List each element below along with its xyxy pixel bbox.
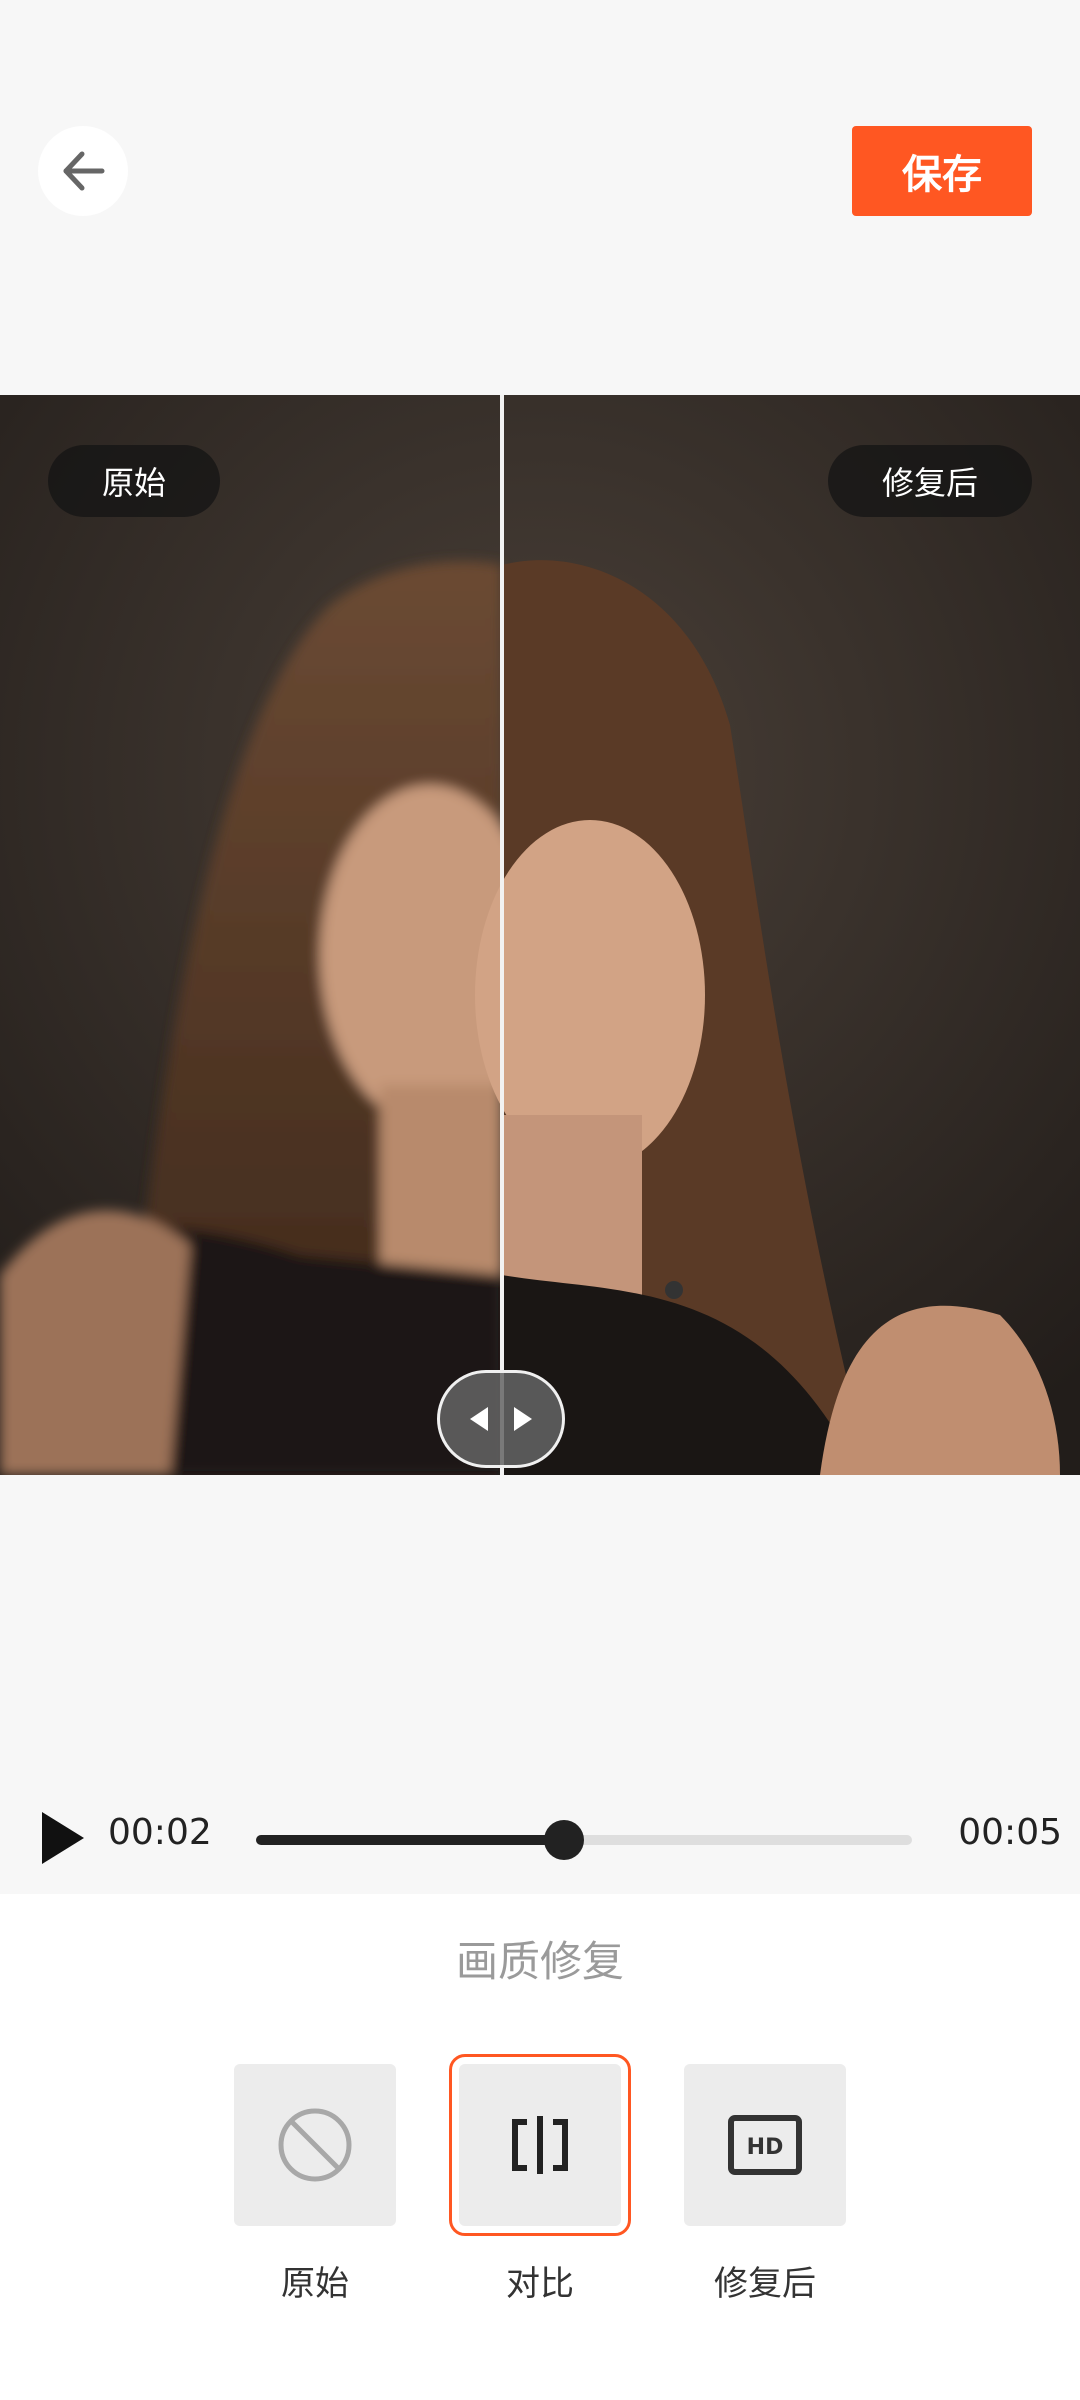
current-time: 00:02 [108, 1812, 212, 1853]
total-time: 00:05 [958, 1812, 1062, 1853]
option-compare-box[interactable] [449, 2054, 631, 2236]
compare-icon [512, 2116, 568, 2174]
panel-title: 画质修复 [455, 1937, 624, 1986]
option-compare[interactable]: 对比 [449, 2054, 631, 2305]
option-original-label: 原始 [281, 2264, 349, 2304]
arrow-left-icon [63, 151, 105, 191]
quality-repair-panel: 画质修复 原始 对比 HD 修复后 [0, 1894, 1080, 2400]
back-button[interactable] [38, 126, 128, 216]
restored-tag: 修复后 [827, 445, 1032, 517]
option-original[interactable]: 原始 [234, 2064, 396, 2305]
split-handle[interactable] [437, 1370, 565, 1468]
video-player-controls: 00:02 00:05 [0, 1790, 1080, 1890]
progress-thumb[interactable] [544, 1820, 585, 1860]
option-original-box[interactable] [234, 2064, 396, 2226]
compare-divider[interactable] [500, 395, 504, 1475]
hd-icon: HD [728, 2115, 802, 2175]
option-restored-label: 修复后 [714, 2264, 816, 2304]
option-compare-label: 对比 [506, 2264, 574, 2304]
portrait-photo [0, 395, 1080, 1475]
no-effect-icon [278, 2108, 352, 2182]
split-handle-icon [470, 1407, 532, 1431]
option-restored-box[interactable]: HD [684, 2064, 846, 2226]
progress-track[interactable] [256, 1820, 912, 1860]
original-tag: 原始 [48, 445, 221, 517]
comparison-viewer[interactable]: 原始 修复后 [0, 395, 1080, 1475]
option-restored[interactable]: HD 修复后 [684, 2064, 846, 2305]
save-button[interactable]: 保存 [852, 126, 1032, 216]
progress-fill [256, 1835, 565, 1845]
svg-text:HD: HD [747, 2135, 784, 2160]
play-icon[interactable] [38, 1810, 88, 1866]
